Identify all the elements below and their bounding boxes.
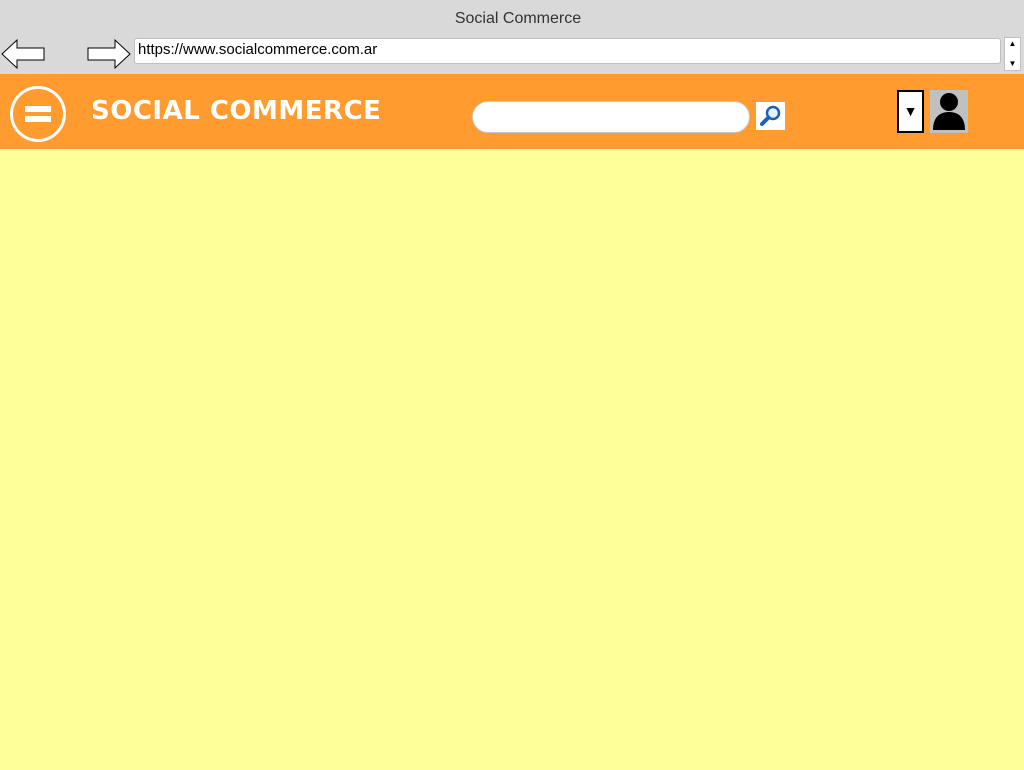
forward-arrow-icon[interactable] <box>87 38 131 70</box>
menu-bar <box>25 106 51 112</box>
user-menu-dropdown[interactable]: ▼ <box>897 90 924 133</box>
site-header: SOCIAL COMMERCE ▼ <box>0 74 1024 149</box>
user-avatar-icon <box>933 93 965 130</box>
menu-bar <box>25 116 51 122</box>
search-button[interactable] <box>756 102 785 130</box>
dropdown-triangle-icon: ▼ <box>903 103 918 119</box>
user-avatar[interactable] <box>930 90 968 133</box>
search-icon <box>760 105 781 126</box>
hamburger-menu-icon[interactable] <box>10 86 66 142</box>
brand-title: SOCIAL COMMERCE <box>91 96 382 126</box>
back-arrow-icon[interactable] <box>1 38 45 70</box>
main-content <box>0 149 1024 770</box>
search-input[interactable] <box>472 101 750 133</box>
browser-chrome: Social Commerce ▲ ▼ <box>0 0 1024 74</box>
address-bar[interactable] <box>134 38 1001 64</box>
address-scrollbar[interactable]: ▲ ▼ <box>1004 37 1021 71</box>
window-title: Social Commerce <box>454 10 582 27</box>
scroll-up-icon[interactable]: ▲ <box>1005 38 1020 50</box>
scroll-down-icon[interactable]: ▼ <box>1005 58 1020 70</box>
